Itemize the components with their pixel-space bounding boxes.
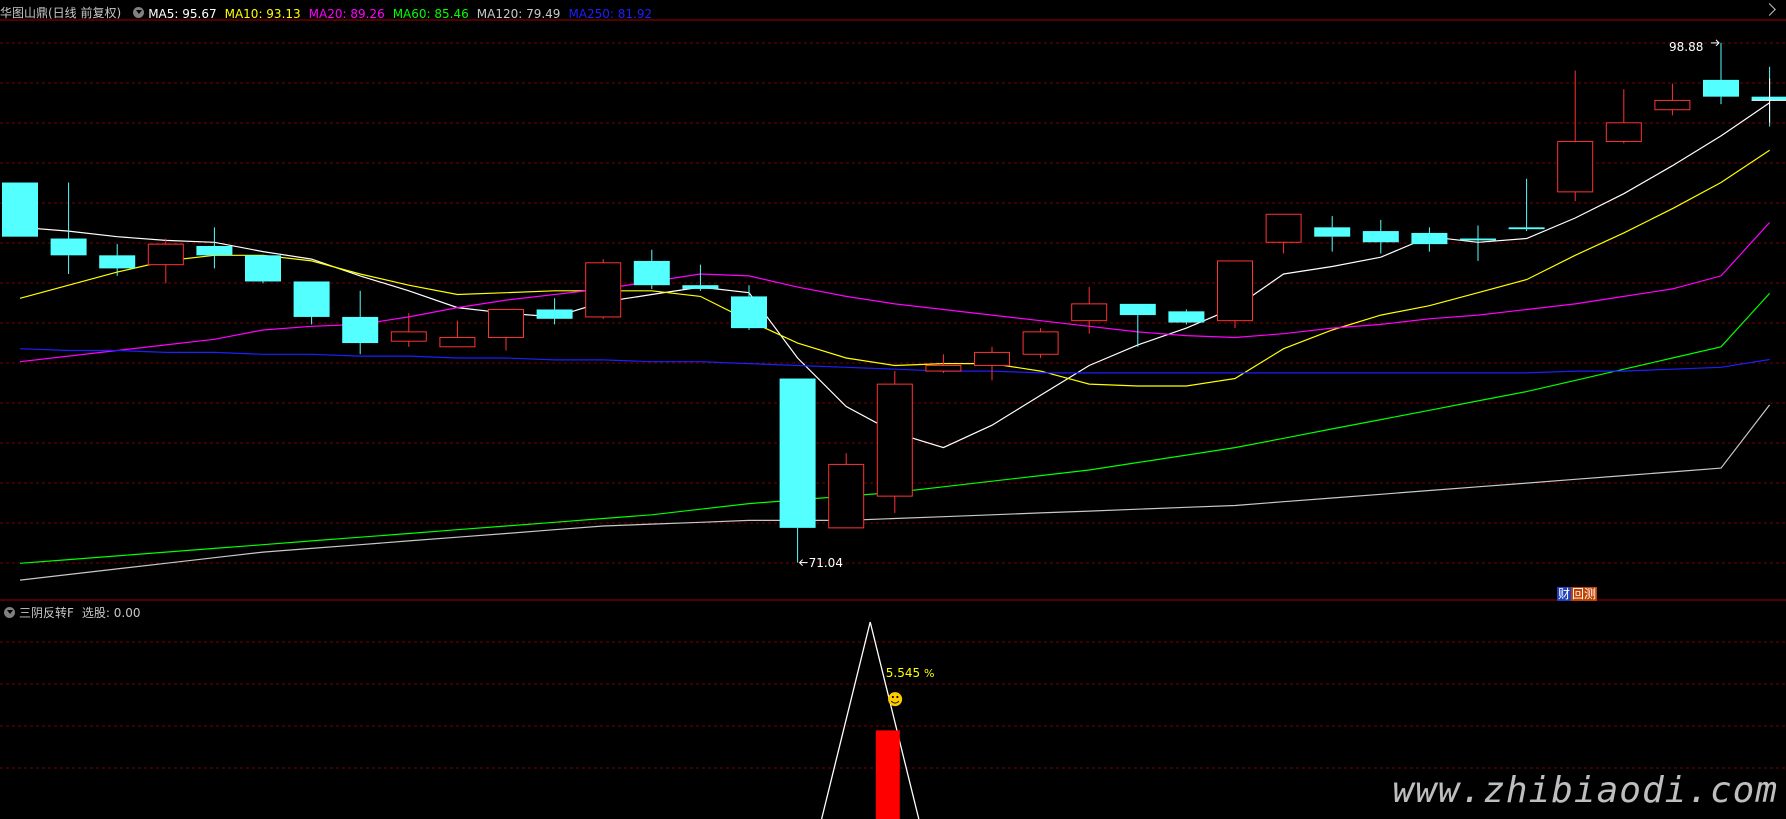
- candle: [147, 238, 184, 284]
- candle-body: [2, 182, 38, 237]
- candle-body: [245, 255, 281, 282]
- candle-body: [1557, 140, 1594, 193]
- candle-body: [196, 246, 233, 256]
- candle: [1605, 89, 1642, 144]
- candle: [876, 371, 913, 513]
- low-price-label: 71.04: [808, 555, 843, 570]
- candle: [1071, 287, 1108, 334]
- candle-body: [633, 260, 670, 286]
- candle: [196, 227, 233, 269]
- candle: [1265, 213, 1302, 254]
- candle: [1751, 66, 1786, 127]
- candle: [439, 320, 476, 348]
- ma-legend-item: MA10: 93.13: [224, 6, 301, 21]
- candle: [585, 259, 622, 319]
- percent-value: 5.545: [885, 666, 921, 681]
- candle-body: [1022, 331, 1059, 355]
- candle-body: [1314, 227, 1351, 237]
- candle: [293, 281, 330, 325]
- candle-body: [585, 262, 622, 318]
- candle-body: [974, 351, 1010, 366]
- candle-body: [50, 238, 87, 256]
- ma-legend-item: MA120: 79.49: [476, 6, 561, 21]
- candle-body: [1654, 99, 1691, 111]
- indicator-name: 三阴反转F: [19, 605, 74, 620]
- percent-annotation: 5.545 %: [886, 666, 935, 681]
- candle-body: [439, 336, 476, 348]
- indicator-value: 选股: 0.00: [81, 605, 141, 620]
- candle: [1557, 70, 1594, 202]
- sub-legend: 三阴反转F 选股: 0.00: [0, 604, 148, 620]
- candle-body: [925, 364, 962, 372]
- candle-body: [682, 285, 719, 289]
- candle-body: [1751, 96, 1786, 101]
- candle-body: [1605, 122, 1642, 142]
- candle-body: [1411, 232, 1448, 245]
- candle: [1362, 219, 1399, 254]
- badge-right: 回测: [1571, 587, 1598, 601]
- backtest-badge[interactable]: 财 回测: [1557, 587, 1598, 601]
- candle-body: [342, 316, 379, 344]
- candle: [828, 453, 865, 529]
- percent-sign: %: [923, 667, 935, 681]
- candle: [245, 255, 281, 284]
- candle: [974, 346, 1010, 381]
- candle: [488, 308, 524, 351]
- candle-body: [1071, 303, 1108, 322]
- candle: [1022, 328, 1059, 358]
- stock-title: 华图山鼎(日线 前复权): [0, 5, 122, 20]
- candle-body: [390, 331, 427, 342]
- candle: [1217, 260, 1253, 329]
- candle: [2, 182, 38, 237]
- candle-body: [1703, 79, 1739, 97]
- ma10-line: [19, 149, 1770, 387]
- candle: [536, 298, 573, 325]
- candle-body: [1217, 260, 1253, 322]
- candle: [633, 249, 670, 289]
- ma-legend-list: MA5: 95.67 MA10: 93.13 MA20: 89.26 MA60: 85…: [148, 3, 660, 22]
- candle: [50, 182, 87, 274]
- candle-body: [488, 308, 524, 338]
- candle-body: [1508, 227, 1545, 230]
- candle: [731, 285, 767, 330]
- candle-body: [1168, 311, 1205, 323]
- candle-body: [779, 378, 816, 528]
- ma-legend-item: MA60: 85.46: [392, 6, 469, 21]
- candle-body: [828, 463, 865, 529]
- candle: [1168, 309, 1205, 325]
- sub-toggle-icon[interactable]: [4, 606, 15, 618]
- candle-body: [876, 383, 913, 497]
- ma250-line: [19, 348, 1770, 374]
- ma-legend-item: MA20: 89.26: [308, 6, 385, 21]
- ma-legend-item: MA250: 81.92: [568, 6, 653, 21]
- candle-body: [536, 309, 573, 319]
- candle-body: [99, 255, 136, 269]
- candle: [779, 378, 816, 563]
- candle: [1654, 83, 1691, 116]
- candle-body: [1265, 213, 1302, 243]
- candle: [1411, 227, 1448, 252]
- smile-icon: ☻: [886, 690, 904, 710]
- candle: [1314, 216, 1351, 252]
- ma-legend-item: MA5: 95.67: [148, 6, 217, 21]
- watermark: www.zhibiaodi.com: [1392, 770, 1778, 811]
- candle-body: [293, 281, 330, 317]
- panel-toggle-icon[interactable]: [133, 6, 145, 18]
- candle: [1703, 42, 1739, 105]
- candle: [342, 290, 379, 355]
- candle-body: [1119, 303, 1156, 316]
- candle-body: [1460, 238, 1496, 241]
- high-price-label: 98.88: [1669, 39, 1704, 54]
- signal-bar: [875, 730, 900, 819]
- candle-body: [1362, 231, 1399, 243]
- main-legend: 华图山鼎(日线 前复权) MA5: 95.67 MA10: 93.13 MA20: …: [0, 3, 660, 22]
- candle: [1508, 178, 1545, 232]
- candle-body: [731, 296, 767, 329]
- badge-left: 财: [1557, 587, 1572, 601]
- signal-line: [820, 621, 920, 819]
- candle: [682, 264, 719, 291]
- candle: [99, 244, 136, 276]
- candle-body: [147, 243, 184, 266]
